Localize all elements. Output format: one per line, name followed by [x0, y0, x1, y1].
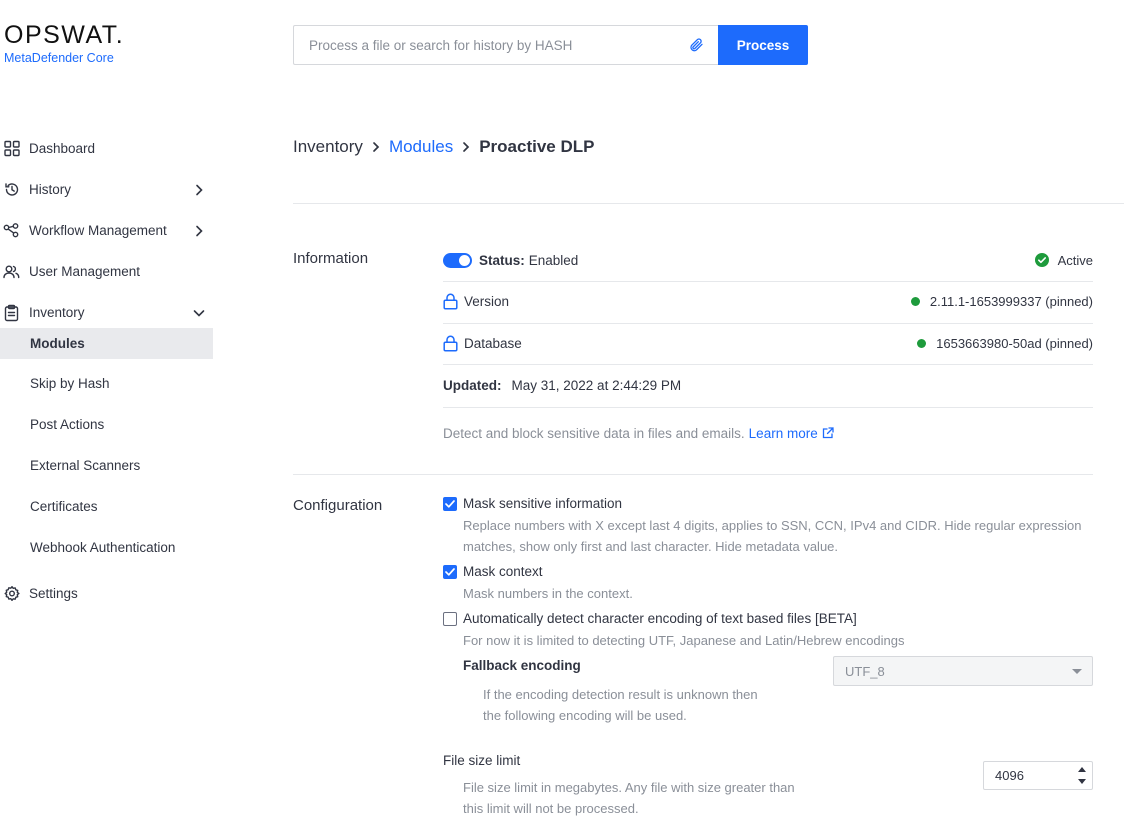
- workflow-icon: [3, 222, 20, 239]
- search-bar[interactable]: Process a file or search for history by …: [293, 25, 718, 65]
- clipboard-icon: [3, 304, 20, 321]
- search-input[interactable]: Process a file or search for history by …: [309, 38, 686, 53]
- status-toggle[interactable]: [443, 252, 472, 268]
- sidebar-item-workflow-management[interactable]: Workflow Management: [0, 210, 213, 251]
- configuration-section-title: Configuration: [293, 497, 383, 514]
- auto-detect-encoding-desc: For now it is limited to detecting UTF, …: [463, 633, 905, 648]
- sidebar-item-label: Dashboard: [29, 141, 96, 156]
- mask-sensitive-desc-line2: matches, show only first and last charac…: [463, 539, 839, 554]
- dashboard-grid-icon: [3, 140, 20, 157]
- chevron-right-icon: [192, 224, 206, 238]
- file-size-desc-line1: File size limit in megabytes. Any file w…: [463, 780, 795, 795]
- logo-wordmark: OPSWAT.: [4, 21, 125, 49]
- active-label: Active: [1057, 252, 1093, 268]
- fallback-encoding-desc-line2: the following encoding will be used.: [483, 708, 687, 723]
- database-row: Database 1653663980-50ad (pinned): [443, 333, 1093, 353]
- sidebar-item-label: Inventory: [29, 305, 85, 320]
- auto-detect-encoding-label[interactable]: Automatically detect character encoding …: [463, 611, 857, 626]
- sidebar-subitem-external-scanners[interactable]: External Scanners: [0, 445, 213, 486]
- sidebar-item-user-management[interactable]: User Management: [0, 251, 213, 292]
- lock-icon: [443, 293, 459, 310]
- sidebar-item-label: History: [29, 182, 72, 197]
- chevron-right-icon: [372, 141, 380, 153]
- logo-product-name: MetaDefender Core: [4, 51, 114, 65]
- database-label: Database: [464, 335, 522, 351]
- file-size-desc-line2: this limit will not be processed.: [463, 801, 639, 816]
- mask-context-label[interactable]: Mask context: [463, 564, 543, 579]
- sidebar-item-label: Workflow Management: [29, 223, 167, 238]
- divider: [443, 323, 1093, 324]
- version-label: Version: [464, 293, 510, 309]
- sidebar-item-label: Settings: [29, 586, 78, 601]
- version-row: Version 2.11.1-1653999337 (pinned): [443, 291, 1093, 311]
- status-row: Status: Enabled Active: [443, 250, 1093, 270]
- opswat-logo[interactable]: OPSWAT. MetaDefender Core: [4, 22, 124, 65]
- version-value: 2.11.1-1653999337 (pinned): [929, 293, 1093, 309]
- fallback-encoding-select[interactable]: UTF_8: [833, 656, 1093, 686]
- external-link-icon[interactable]: [822, 427, 834, 439]
- chevron-down-icon: [1072, 669, 1082, 674]
- sidebar-item-dashboard[interactable]: Dashboard: [0, 128, 213, 169]
- auto-detect-encoding-checkbox[interactable]: [443, 612, 457, 626]
- status-label: Status:: [479, 252, 525, 268]
- sidebar-item-history[interactable]: History: [0, 169, 213, 210]
- version-value-group: 2.11.1-1653999337 (pinned): [910, 293, 1093, 309]
- database-value-group: 1653663980-50ad (pinned): [917, 336, 1093, 351]
- sidebar-subitem-modules[interactable]: Modules: [0, 328, 213, 359]
- history-clock-icon: [3, 181, 20, 198]
- breadcrumb: Inventory Modules Proactive DLP: [293, 137, 594, 157]
- status-dot: [910, 296, 920, 306]
- database-value: 1653663980-50ad (pinned): [936, 335, 1093, 351]
- mask-sensitive-checkbox[interactable]: [443, 497, 457, 511]
- paperclip-icon[interactable]: [686, 35, 706, 55]
- status-value: Enabled: [528, 252, 579, 268]
- divider: [293, 203, 1124, 204]
- divider: [443, 407, 1093, 408]
- breadcrumb-current: Proactive DLP: [479, 137, 595, 156]
- description-row: Detect and block sensitive data in files…: [443, 423, 1093, 443]
- learn-more-link[interactable]: Learn more: [749, 426, 818, 441]
- sidebar-item-inventory[interactable]: Inventory: [0, 292, 213, 333]
- check-circle-icon: [1034, 253, 1049, 267]
- file-size-limit-label: File size limit: [443, 753, 521, 768]
- divider: [443, 281, 1093, 282]
- updated-label: Updated:: [443, 377, 502, 393]
- chevron-right-icon: [462, 141, 470, 153]
- fallback-encoding-label: Fallback encoding: [463, 658, 581, 673]
- updated-row: Updated: May 31, 2022 at 2:44:29 PM: [443, 375, 1093, 395]
- sidebar-subitem-webhook-authentication[interactable]: Webhook Authentication: [0, 527, 213, 568]
- active-indicator: Active: [1034, 252, 1093, 268]
- mask-context-checkbox[interactable]: [443, 565, 457, 579]
- gear-icon: [3, 585, 20, 602]
- sidebar-subitem-post-actions[interactable]: Post Actions: [0, 404, 213, 445]
- fallback-encoding-desc-line1: If the encoding detection result is unkn…: [483, 687, 758, 702]
- sidebar: Dashboard History Workflow Management Us…: [0, 128, 213, 614]
- information-section-title: Information: [293, 250, 369, 267]
- divider: [443, 364, 1093, 365]
- mask-sensitive-label[interactable]: Mask sensitive information: [463, 496, 622, 511]
- users-icon: [3, 263, 20, 280]
- divider: [293, 474, 1093, 475]
- file-size-limit-value: 4096: [995, 768, 1024, 783]
- sidebar-item-label: User Management: [29, 264, 141, 279]
- breadcrumb-modules-link[interactable]: Modules: [389, 137, 453, 157]
- sidebar-item-settings[interactable]: Settings: [0, 573, 213, 614]
- sidebar-subitem-skip-by-hash[interactable]: Skip by Hash: [0, 363, 213, 404]
- module-description: Detect and block sensitive data in files…: [443, 425, 745, 441]
- fallback-encoding-value: UTF_8: [845, 663, 885, 679]
- lock-icon: [443, 335, 459, 352]
- sidebar-subitem-certificates[interactable]: Certificates: [0, 486, 213, 527]
- process-button[interactable]: Process: [718, 25, 808, 65]
- chevron-down-icon: [192, 306, 206, 320]
- breadcrumb-inventory[interactable]: Inventory: [293, 137, 363, 157]
- number-stepper-icon[interactable]: [1078, 767, 1086, 785]
- chevron-right-icon: [192, 183, 206, 197]
- status-dot: [917, 338, 927, 348]
- configuration-section: Mask sensitive information Replace numbe…: [443, 490, 1093, 835]
- mask-sensitive-desc-line1: Replace numbers with X except last 4 dig…: [463, 518, 1082, 533]
- file-size-limit-input[interactable]: 4096: [983, 761, 1093, 790]
- mask-context-desc: Mask numbers in the context.: [463, 586, 633, 601]
- updated-value: May 31, 2022 at 2:44:29 PM: [511, 377, 682, 393]
